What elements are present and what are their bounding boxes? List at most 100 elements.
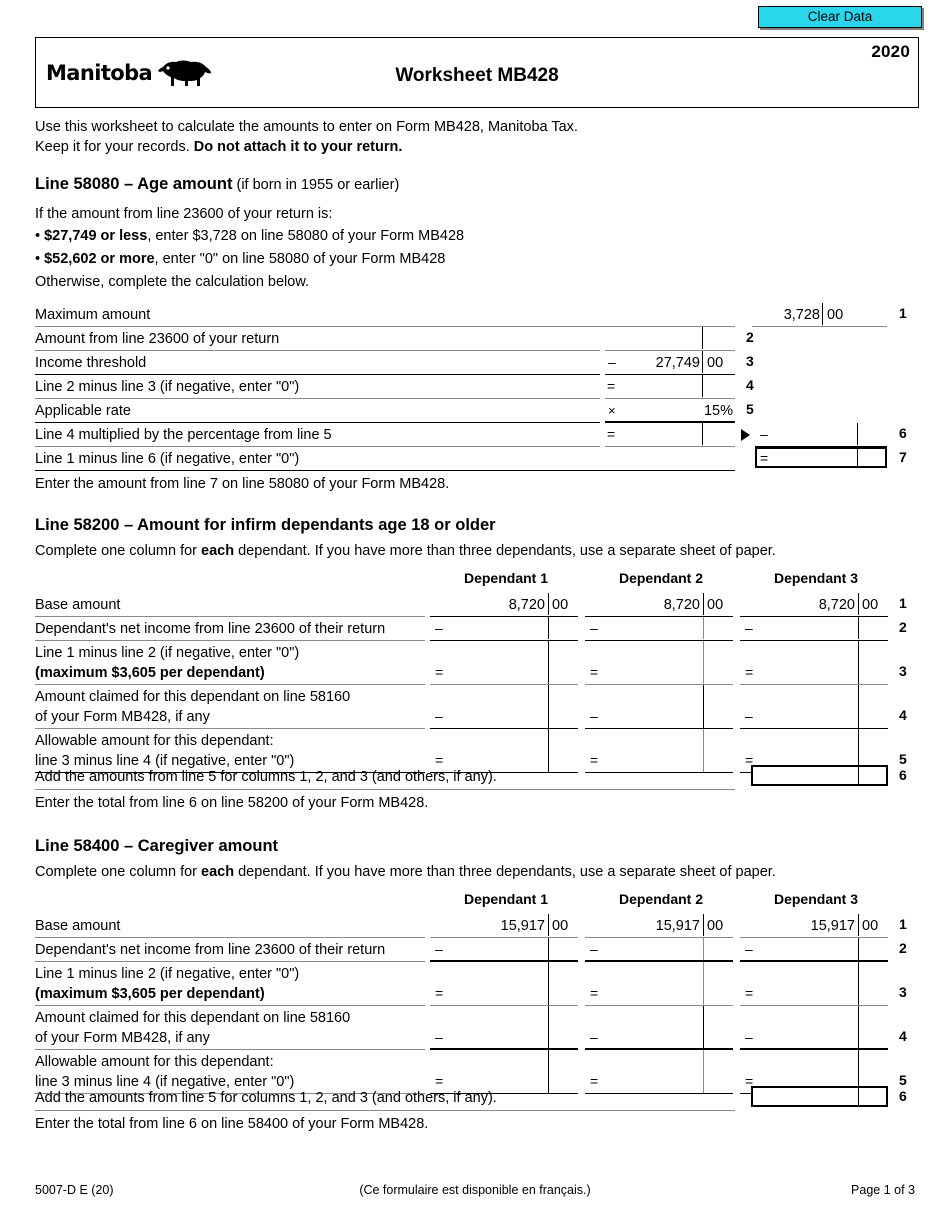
age-row-2-field-rule <box>605 350 735 351</box>
caregiver-row-2-rule-d3 <box>740 960 888 962</box>
age-row-1-cents[interactable]: 00 <box>827 306 843 325</box>
infirm-total-cents-separator <box>858 767 859 784</box>
age-row-7-total-box[interactable] <box>755 447 887 468</box>
age-row-3-label-rule <box>35 374 600 375</box>
age-row-5-label: Applicable rate <box>35 403 131 419</box>
infirm-row-2-label: Dependant's net income from line 23600 o… <box>35 621 386 637</box>
caregiver-row-1-cents-d1: 00 <box>552 918 569 934</box>
carry-arrow-icon <box>741 429 750 441</box>
infirm-instr-a: Complete one column for <box>35 543 202 559</box>
infirm-column-header-3: Dependant 3 <box>773 570 858 586</box>
age-row-2-label: Amount from line 23600 of your return <box>35 331 280 347</box>
infirm-row-1-cents-separator-d2 <box>703 593 704 615</box>
infirm-row-3-label-rule <box>35 684 425 685</box>
infirm-row-2-cents-separator-d3 <box>858 617 859 639</box>
age-row-4-number: 4 <box>746 377 754 393</box>
age-row-1-cents-separator <box>822 303 823 325</box>
caregiver-row-2-number: 2 <box>899 940 907 956</box>
caregiver-row-3-operator-d1: = <box>435 985 444 1001</box>
infirm-row-1-value-d2: 8,720 <box>663 597 700 613</box>
age-row-3-field-rule <box>605 374 735 375</box>
infirm-row-4-cents-separator-d3 <box>858 685 859 728</box>
age-row-1-label: Maximum amount <box>35 307 151 323</box>
caregiver-row-4-label-line1: Amount claimed for this dependant on lin… <box>35 1010 351 1026</box>
form-page: Clear Data Manitoba 2020 Worksheet MB428… <box>0 0 950 1230</box>
page-title: Worksheet MB428 <box>395 65 559 86</box>
age-row-7-number: 7 <box>899 449 907 465</box>
age-row-2-cents-separator <box>702 327 703 349</box>
section-age-heading-note: (if born in 1955 or earlier) <box>236 177 400 193</box>
caregiver-row-1-cents-separator-d3 <box>858 914 859 936</box>
caregiver-row-3-operator-d2: = <box>590 985 599 1001</box>
caregiver-instr-b: each <box>201 864 235 880</box>
infirm-row-3-cents-separator-d2 <box>703 641 704 684</box>
age-row-4-cents-separator <box>702 375 703 397</box>
caregiver-total-label: Add the amounts from line 5 for columns … <box>35 1090 497 1106</box>
caregiver-row-5-operator-d2: = <box>590 1073 599 1089</box>
caregiver-row-4-label-rule <box>35 1049 425 1050</box>
caregiver-row-5-label-line1: Allowable amount for this dependant: <box>35 1054 274 1070</box>
caregiver-row-5-rule-d2 <box>585 1093 733 1094</box>
caregiver-row-2-cents-separator-d1 <box>548 938 549 960</box>
caregiver-row-3-cents-separator-d2 <box>703 962 704 1005</box>
age-otherwise-text: Otherwise, complete the calculation belo… <box>35 274 310 290</box>
age-row-4-operator: = <box>607 378 616 394</box>
age-bullet-1: • $27,749 or less, enter $3,728 on line … <box>35 228 465 244</box>
age-row-6-cents-separator <box>702 423 703 445</box>
infirm-row-4-label-line1: Amount claimed for this dependant on lin… <box>35 689 351 705</box>
caregiver-row-1-rule-d2 <box>585 937 733 938</box>
caregiver-row-3-cents-separator-d3 <box>858 962 859 1005</box>
age-footnote: Enter the amount from line 7 on line 580… <box>35 476 450 492</box>
tax-year: 2020 <box>871 42 910 61</box>
age-row-3-cents-separator <box>702 351 703 373</box>
caregiver-row-2-operator-d2: – <box>590 941 598 957</box>
caregiver-column-header-1: Dependant 1 <box>463 891 548 907</box>
age-row-7-label: Line 1 minus line 6 (if negative, enter … <box>35 451 300 467</box>
infirm-row-4-rule-d3 <box>740 728 888 729</box>
caregiver-total-number: 6 <box>899 1088 907 1104</box>
infirm-total-number: 6 <box>899 767 907 783</box>
caregiver-total-box[interactable] <box>751 1086 888 1107</box>
age-row-6-label-rule <box>35 446 600 447</box>
intro-line-2-bold: Do not attach it to your return. <box>193 139 403 155</box>
age-bullet-2-bold: $52,602 or more <box>44 251 155 267</box>
caregiver-row-4-operator-d2: – <box>590 1029 598 1045</box>
caregiver-row-2-label-rule <box>35 961 425 962</box>
caregiver-row-1-number: 1 <box>899 916 907 932</box>
infirm-row-5-label-line1: Allowable amount for this dependant: <box>35 733 274 749</box>
caregiver-row-2-label: Dependant's net income from line 23600 o… <box>35 942 386 958</box>
age-row-4-field-rule <box>605 398 735 399</box>
age-row-7-cents-separator <box>857 449 858 466</box>
section-age-heading-main: Line 58080 – Age amount <box>35 175 233 193</box>
age-row-3-label: Income threshold <box>35 355 147 371</box>
intro-line-1: Use this worksheet to calculate the amou… <box>35 119 578 135</box>
clear-data-button[interactable]: Clear Data <box>758 6 922 28</box>
infirm-instr-b: each <box>201 543 235 559</box>
caregiver-row-4-rule-d1 <box>430 1048 578 1050</box>
caregiver-row-4-operator-d3: – <box>745 1029 753 1045</box>
age-lead-text: If the amount from line 23600 of your re… <box>35 206 333 222</box>
form-header-band: Manitoba 2020 Worksheet MB428 <box>35 37 919 108</box>
age-row-7-label-rule <box>35 470 735 471</box>
age-row-6-label: Line 4 multiplied by the percentage from… <box>35 427 332 443</box>
age-row-6-carry-operator: – <box>760 426 768 442</box>
age-row-5-number: 5 <box>746 401 754 417</box>
caregiver-row-3-label-rule <box>35 1005 425 1006</box>
age-row-4-label: Line 2 minus line 3 (if negative, enter … <box>35 379 300 395</box>
infirm-row-1-rule-d1 <box>430 616 578 617</box>
intro-line-2-plain: Keep it for your records. <box>35 139 194 155</box>
caregiver-row-2-operator-d1: – <box>435 941 443 957</box>
caregiver-row-1-value-d2: 15,917 <box>655 918 700 934</box>
age-row-5-field-rule <box>605 421 735 423</box>
caregiver-row-3-rule-d1 <box>430 1005 578 1006</box>
age-row-5-value: 15% <box>703 403 733 419</box>
caregiver-row-3-rule-d2 <box>585 1005 733 1006</box>
infirm-row-5-cents-separator-d2 <box>703 729 704 772</box>
caregiver-row-3-operator-d3: = <box>745 985 754 1001</box>
infirm-total-box[interactable] <box>751 765 888 786</box>
infirm-total-label: Add the amounts from line 5 for columns … <box>35 769 497 785</box>
caregiver-row-4-number: 4 <box>899 1028 907 1044</box>
caregiver-row-5-cents-separator-d1 <box>548 1050 549 1093</box>
infirm-row-3-label-line1: Line 1 minus line 2 (if negative, enter … <box>35 645 300 661</box>
age-row-1-value[interactable]: 3,728 <box>690 306 820 325</box>
